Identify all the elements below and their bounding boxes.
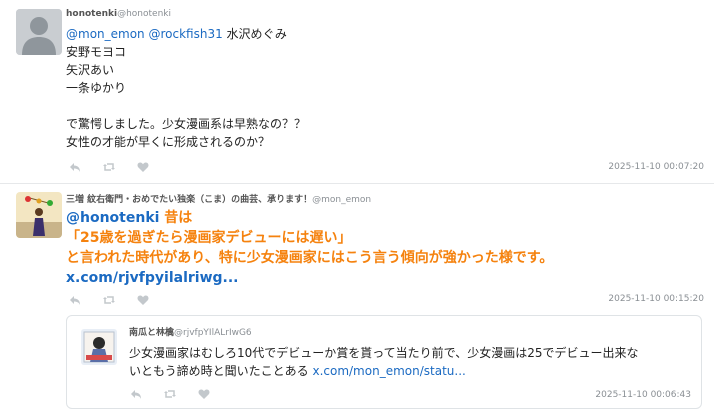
retweet-icon[interactable] (102, 293, 116, 307)
tweet-text-line: で驚愕しました。少女漫画系は早熟なの？？ (66, 117, 307, 131)
tweet-text-line: 一条ゆかり (66, 81, 127, 95)
performer-avatar-icon (16, 192, 62, 238)
tweet-text: 水沢めぐみ (222, 27, 287, 41)
quote-text-line: 少女漫画家はむしろ10代でデビューか賞を貰って当たり前で、少女漫画は25でデビュ… (129, 346, 639, 360)
reply-icon[interactable] (68, 160, 82, 174)
tweet-text-line: 女性の才能が早くに形成されるのか？ (66, 135, 271, 149)
avatar[interactable] (16, 192, 62, 238)
author-handle[interactable]: @rjvfpYIlALrIwG6 (174, 328, 252, 338)
tweet-actions (68, 160, 150, 174)
tweet-text-line: @honotenki 昔は (66, 208, 192, 228)
reply-icon[interactable] (129, 387, 143, 401)
mention-link[interactable]: @rockfish31 (148, 27, 222, 41)
default-avatar-icon (16, 9, 62, 55)
manga-cover-avatar-icon (81, 329, 117, 365)
tweet-link[interactable]: x.com/rjvfpyilalriwg... (66, 270, 239, 286)
quote-actions (129, 387, 211, 401)
quote-header: 南瓜と林檎@rjvfpYIlALrIwG6 (129, 325, 252, 338)
mention-link[interactable]: @mon_emon (66, 27, 145, 41)
tweet-link-line: x.com/rjvfpyilalriwg... (66, 268, 239, 288)
author-name[interactable]: 三増 紋右衛門・おめでたい独楽（こま）の曲芸、承ります！ (66, 195, 312, 205)
like-icon[interactable] (136, 293, 150, 307)
tweet-text-line: 「25歳を過ぎたら漫画家デビューには遅い」 (66, 230, 352, 246)
quoted-tweet[interactable]: 南瓜と林檎@rjvfpYIlALrIwG6 少女漫画家はむしろ10代でデビューか… (66, 315, 702, 409)
timestamp[interactable]: 2025-11-10 00:07:20 (608, 162, 704, 172)
mention-link[interactable]: @honotenki (66, 210, 159, 226)
tweet-text: 昔は (159, 210, 193, 226)
tweet-text-line: 矢沢あい (66, 63, 115, 77)
like-icon[interactable] (197, 387, 211, 401)
tweet-text-line: @mon_emon @rockfish31 水沢めぐみ (66, 25, 287, 43)
author-handle[interactable]: @honotenki (117, 9, 171, 19)
tweet-text-line: 安野モヨコ (66, 45, 127, 59)
like-icon[interactable] (136, 160, 150, 174)
quote-text-line: いともう諦め時と聞いたことある x.com/mon_emon/statu... (129, 362, 466, 380)
author-name[interactable]: honotenki (66, 9, 117, 19)
retweet-icon[interactable] (163, 387, 177, 401)
quote-text: いともう諦め時と聞いたことある (129, 364, 313, 378)
tweet-header: honotenki@honotenki (66, 9, 171, 19)
tweet-actions (68, 293, 150, 307)
author-handle[interactable]: @mon_emon (312, 195, 371, 205)
timestamp[interactable]: 2025-11-10 00:15:20 (608, 294, 704, 304)
avatar[interactable] (81, 329, 117, 365)
quote-link[interactable]: x.com/mon_emon/statu... (312, 364, 465, 378)
tweet-text-line: と言われた時代があり、特に少女漫画家にはこう言う傾向が強かった様です。 (66, 250, 554, 266)
divider (0, 183, 714, 184)
author-name[interactable]: 南瓜と林檎 (129, 328, 174, 338)
reply-icon[interactable] (68, 293, 82, 307)
avatar[interactable] (16, 9, 62, 55)
timestamp[interactable]: 2025-11-10 00:06:43 (595, 390, 691, 400)
retweet-icon[interactable] (102, 160, 116, 174)
tweet-header: 三増 紋右衛門・おめでたい独楽（こま）の曲芸、承ります！@mon_emon (66, 192, 371, 205)
